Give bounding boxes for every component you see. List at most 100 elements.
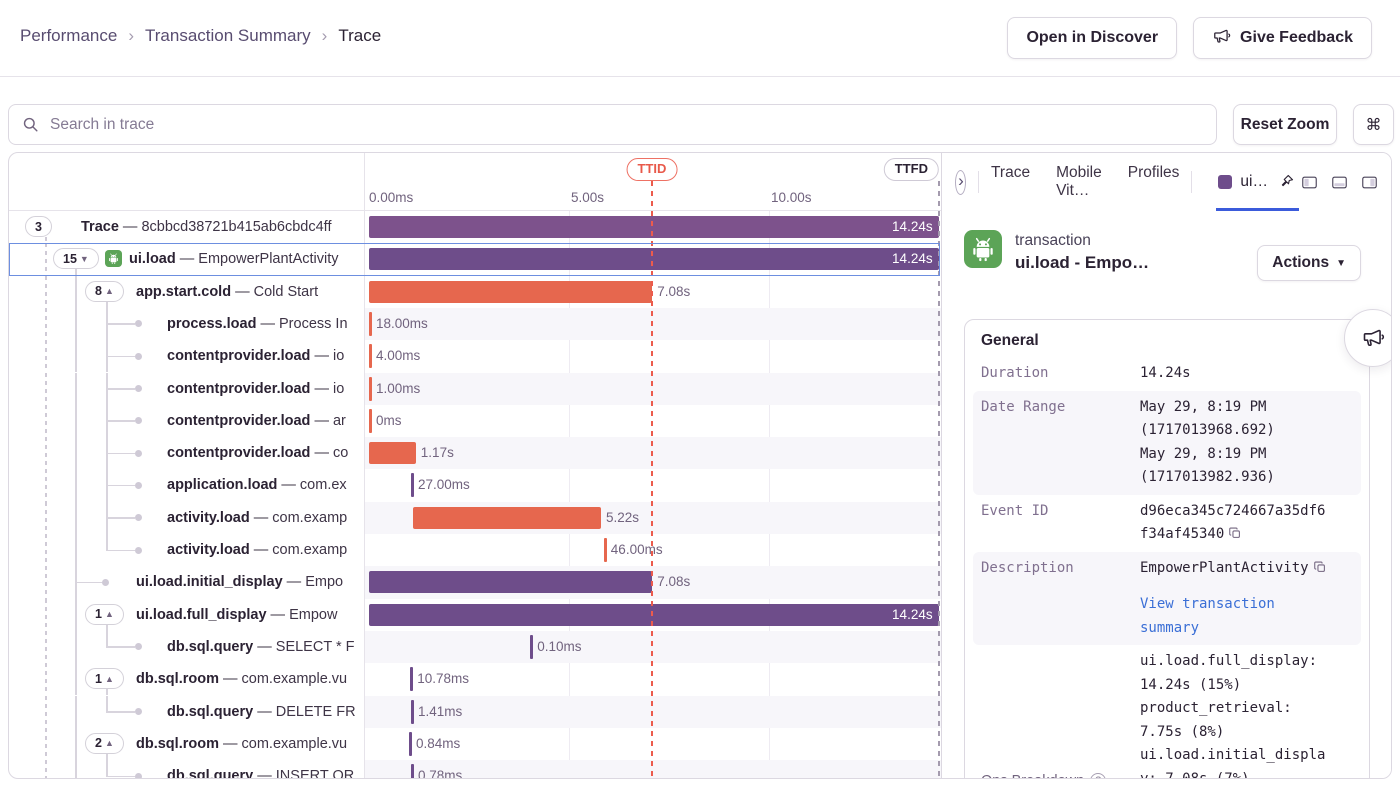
span-duration-label: 14.24s — [892, 216, 933, 238]
tree-node-dot — [135, 482, 142, 489]
tree-connector — [45, 760, 47, 779]
layout-left-button[interactable] — [1299, 172, 1320, 193]
actions-button[interactable]: Actions ▼ — [1257, 245, 1361, 281]
tree-connector — [106, 550, 135, 552]
megaphone-icon — [1361, 325, 1385, 352]
trace-row-db.sql.room[interactable]: 1▲db.sql.room — com.example.vu10.78ms — [9, 663, 941, 695]
span-tick[interactable] — [409, 732, 412, 756]
trace-row-contentprovider.load[interactable]: contentprovider.load — co1.17s — [9, 437, 941, 469]
tab-mobile-vit[interactable]: Mobile Vit… — [1056, 164, 1102, 200]
tree-connector — [75, 663, 77, 695]
span-bar[interactable]: 14.24s — [369, 604, 939, 626]
span-tick[interactable] — [411, 700, 414, 724]
span-bar[interactable] — [369, 571, 652, 593]
layout-bottom-button[interactable] — [1329, 172, 1350, 193]
breadcrumb-item-transaction-summary[interactable]: Transaction Summary — [145, 26, 311, 46]
tree-connector — [106, 631, 108, 647]
span-tick[interactable] — [604, 538, 607, 562]
trace-row-db.sql.query[interactable]: db.sql.query — INSERT OR0.78ms — [9, 760, 941, 779]
span-tick[interactable] — [369, 409, 372, 433]
tab-trace[interactable]: Trace — [991, 164, 1030, 200]
tab-bar-divider — [1191, 171, 1192, 193]
trace-row-ui.load.full_display[interactable]: 1▲ ui.load.full_display — Empow 14.24s — [9, 599, 941, 631]
row-expand-toggle[interactable]: 3 — [25, 216, 52, 237]
open-in-discover-button[interactable]: Open in Discover — [1007, 17, 1177, 59]
ttfd-badge[interactable]: TTFD — [884, 158, 939, 181]
shortcut-key-button[interactable]: ⌘ — [1353, 104, 1394, 145]
trace-row-db.sql.room[interactable]: 2▲db.sql.room — com.example.vu0.84ms — [9, 728, 941, 760]
copy-icon[interactable] — [1228, 526, 1242, 540]
help-icon[interactable]: ? — [1090, 773, 1106, 779]
tree-connector — [75, 599, 77, 631]
tree-connector — [75, 502, 77, 534]
trace-row-contentprovider.load[interactable]: contentprovider.load — io4.00ms — [9, 340, 941, 372]
pin-tab-button[interactable] — [1276, 171, 1297, 192]
tree-connector — [106, 485, 135, 487]
trace-row-app.start.cold[interactable]: 8▲app.start.cold — Cold Start7.08s — [9, 276, 941, 308]
span-bar[interactable]: 14.24s — [369, 248, 939, 270]
trace-row-application.load[interactable]: application.load — com.ex27.00ms — [9, 469, 941, 501]
breadcrumb-item-performance[interactable]: Performance — [20, 26, 117, 46]
tree-node-dot — [102, 579, 109, 586]
trace-row-contentprovider.load[interactable]: contentprovider.load — ar0ms — [9, 405, 941, 437]
trace-row-activity.load[interactable]: activity.load — com.examp5.22s — [9, 502, 941, 534]
breadcrumb-item-trace[interactable]: Trace — [338, 26, 381, 46]
tab-profiles[interactable]: Profiles — [1128, 164, 1180, 200]
copy-icon[interactable] — [1313, 560, 1327, 574]
trace-row-db.sql.query[interactable]: db.sql.query — DELETE FR1.41ms — [9, 696, 941, 728]
span-bar[interactable]: 14.24s — [369, 216, 939, 238]
tree-timeline-divider[interactable] — [364, 153, 365, 778]
trace-row-Trace[interactable]: 3 Trace — 8cbbcd38721b415ab6cbdc4ff 14.24s — [9, 211, 941, 243]
tree-connector — [106, 323, 135, 325]
trace-row-ui.load.initial_display[interactable]: ui.load.initial_display — Empo7.08s — [9, 566, 941, 598]
trace-row-activity.load[interactable]: activity.load — com.examp46.00ms — [9, 534, 941, 566]
span-duration-label: 27.00ms — [418, 469, 470, 501]
span-duration-label: 0.10ms — [537, 631, 581, 663]
general-card: General Duration14.24sDate RangeMay 29, … — [964, 319, 1370, 779]
megaphone-icon — [1212, 26, 1231, 50]
span-label: Trace — 8cbbcd38721b415ab6cbdc4ff — [81, 211, 362, 243]
span-bar[interactable] — [369, 442, 416, 464]
span-label: activity.load — com.examp — [167, 534, 362, 566]
ttid-badge[interactable]: TTID — [627, 158, 678, 181]
tree-connector — [75, 373, 77, 405]
field-description: DescriptionEmpowerPlantActivityView tran… — [973, 552, 1361, 646]
tree-connector — [106, 517, 135, 519]
row-expand-toggle[interactable]: 8▲ — [85, 281, 124, 302]
trace-row-db.sql.query[interactable]: db.sql.query — SELECT * F0.10ms — [9, 631, 941, 663]
span-tick[interactable] — [369, 344, 372, 368]
span-tick[interactable] — [411, 473, 414, 497]
span-bar[interactable] — [369, 281, 652, 303]
drawer-collapse-button[interactable]: › — [955, 170, 966, 195]
tree-connector — [106, 760, 108, 776]
actions-label: Actions — [1272, 254, 1329, 272]
tree-connector — [45, 405, 47, 437]
span-tick[interactable] — [411, 764, 414, 779]
row-expand-toggle[interactable]: 1▲ — [85, 604, 124, 625]
trace-row-process.load[interactable]: process.load — Process In18.00ms — [9, 308, 941, 340]
header-actions: Open in Discover Give Feedback — [1007, 17, 1372, 59]
span-tick[interactable] — [410, 667, 413, 691]
tab-active-span[interactable]: ui… — [1216, 153, 1299, 211]
row-expand-toggle[interactable]: 15▼ — [53, 248, 99, 269]
span-duration-label: 7.08s — [657, 566, 690, 598]
search-input[interactable] — [48, 115, 1203, 135]
reset-zoom-button[interactable]: Reset Zoom — [1233, 104, 1337, 145]
span-tick[interactable] — [369, 312, 372, 336]
row-expand-toggle[interactable]: 2▲ — [85, 733, 124, 754]
give-feedback-button[interactable]: Give Feedback — [1193, 17, 1372, 59]
row-expand-toggle[interactable]: 1▲ — [85, 668, 124, 689]
layout-right-button[interactable] — [1359, 172, 1380, 193]
span-label: ui.load — EmpowerPlantActivity — [129, 243, 362, 275]
field-value: EmpowerPlantActivityView transaction sum… — [1140, 557, 1330, 641]
span-tick[interactable] — [369, 377, 372, 401]
span-tick[interactable] — [530, 635, 533, 659]
span-bar[interactable] — [413, 507, 601, 529]
trace-row-contentprovider.load[interactable]: contentprovider.load — io1.00ms — [9, 373, 941, 405]
span-label: ui.load.full_display — Empow — [136, 599, 362, 631]
tree-connector — [75, 405, 77, 437]
trace-row-ui.load[interactable]: 15▼ ui.load — EmpowerPlantActivity 14.24s — [9, 243, 941, 275]
tree-node-dot — [135, 450, 142, 457]
tree-node-dot — [135, 417, 142, 424]
view-transaction-summary-link[interactable]: View transaction summary — [1140, 593, 1330, 640]
